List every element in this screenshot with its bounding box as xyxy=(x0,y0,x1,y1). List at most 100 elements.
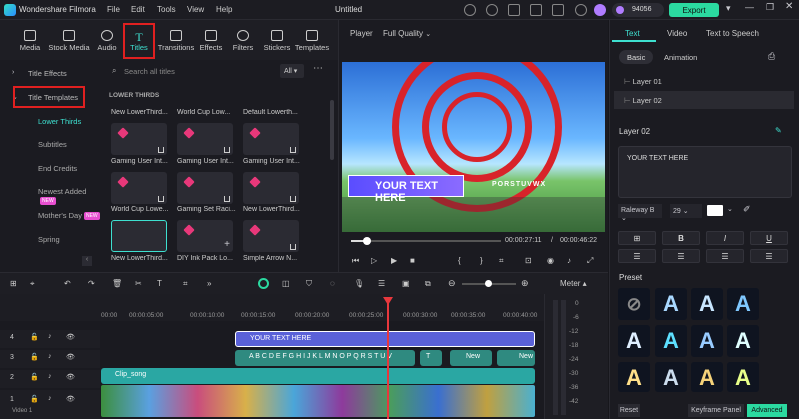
tab-media[interactable]: Media xyxy=(10,20,50,60)
split-icon[interactable]: ✂ xyxy=(135,279,142,288)
save-preset-icon[interactable]: ⎙ xyxy=(768,51,775,62)
close-icon[interactable]: ✕ xyxy=(785,1,793,12)
voiceover-list-icon[interactable]: ☰ xyxy=(378,279,385,288)
ai-edit-icon[interactable]: ✎ xyxy=(775,126,782,135)
preset-style[interactable]: A xyxy=(655,362,687,392)
text-style-button[interactable]: ⊞ xyxy=(618,231,656,245)
video-clip[interactable] xyxy=(101,385,535,417)
subtab-basic[interactable]: Basic xyxy=(619,50,654,64)
speaker-icon[interactable]: ♪ xyxy=(48,395,52,402)
volume-icon[interactable]: ♪ xyxy=(567,256,571,265)
preset-style[interactable]: A xyxy=(655,325,687,357)
lock-icon[interactable]: 🔓 xyxy=(30,395,39,403)
tab-filters[interactable]: Filters xyxy=(227,20,259,60)
delete-icon[interactable]: 🗑 xyxy=(112,279,122,288)
select-tool-icon[interactable]: ⌖ xyxy=(30,279,35,289)
more-options-icon[interactable]: ⋯ xyxy=(313,63,323,74)
italic-button[interactable]: I xyxy=(706,231,744,245)
menu-tools[interactable]: Tools xyxy=(157,5,176,14)
playhead[interactable] xyxy=(387,302,389,419)
layer-item-selected[interactable]: ⊢ Layer 02 xyxy=(624,96,662,105)
search-input[interactable]: ⌕ Search all titles xyxy=(108,64,274,78)
title-card[interactable] xyxy=(111,123,167,155)
render-icon[interactable]: ◫ xyxy=(282,279,290,288)
advanced-button[interactable]: Advanced xyxy=(747,404,787,417)
marker-icon[interactable]: ◌ xyxy=(330,279,335,288)
subtab-animation[interactable]: Animation xyxy=(656,50,705,64)
quality-select[interactable]: Full Quality ⌄ xyxy=(383,29,431,38)
preset-none[interactable]: ⊘ xyxy=(618,288,650,320)
mark-out-icon[interactable]: } xyxy=(480,256,483,265)
eye-icon[interactable]: 👁 xyxy=(66,373,75,381)
title-card[interactable] xyxy=(243,220,299,252)
menu-view[interactable]: View xyxy=(187,5,204,14)
shield-icon[interactable]: ⛉ xyxy=(306,279,312,289)
layout-icon[interactable]: ⊞ xyxy=(10,279,17,288)
crop-icon[interactable]: ⌗ xyxy=(183,279,188,289)
tab-text-to-speech[interactable]: Text to Speech xyxy=(706,29,759,38)
nav-newest-added[interactable]: Newest AddedNEW xyxy=(38,187,100,206)
title-card[interactable]: + xyxy=(177,220,233,252)
speaker-icon[interactable]: ♪ xyxy=(48,353,52,360)
maximize-icon[interactable]: ❐ xyxy=(766,2,774,13)
tab-titles[interactable]: T Titles xyxy=(123,23,155,59)
title-clip[interactable]: New xyxy=(450,350,492,366)
tab-stock-media[interactable]: Stock Media xyxy=(47,20,91,60)
align-right-button[interactable]: ☰ xyxy=(706,249,744,263)
tab-text[interactable]: Text xyxy=(625,29,640,38)
preset-style[interactable]: A xyxy=(691,325,723,357)
add-icon[interactable]: + xyxy=(224,239,230,250)
save-icon[interactable] xyxy=(530,4,542,16)
tab-stickers[interactable]: Stickers xyxy=(259,20,295,60)
avatar[interactable] xyxy=(594,4,606,16)
preset-style[interactable]: A xyxy=(727,325,759,357)
justify-button[interactable]: ☰ xyxy=(750,249,788,263)
menu-edit[interactable]: Edit xyxy=(131,5,145,14)
text-tool-icon[interactable]: T xyxy=(157,279,162,288)
playback-scrubber[interactable] xyxy=(351,240,501,242)
snapshot-icon[interactable]: ◉ xyxy=(547,256,554,265)
filter-select[interactable]: All ▾ xyxy=(280,64,304,78)
notifications-icon[interactable] xyxy=(575,4,587,16)
nav-subtitles[interactable]: Subtitles xyxy=(38,140,67,149)
nav-end-credits[interactable]: End Credits xyxy=(38,164,77,173)
zoom-icon[interactable]: ⌗ xyxy=(499,256,504,266)
speaker-icon[interactable]: ♪ xyxy=(48,333,52,340)
fullscreen-icon[interactable]: ⤢ xyxy=(587,256,593,266)
preset-style[interactable]: A xyxy=(618,325,650,357)
preset-style[interactable]: A xyxy=(691,288,723,320)
title-card[interactable] xyxy=(177,123,233,155)
lock-icon[interactable]: 🔓 xyxy=(30,333,39,341)
meter-label[interactable]: Meter ▴ xyxy=(560,279,587,288)
feedback-icon[interactable] xyxy=(464,4,476,16)
title-clip[interactable]: New xyxy=(497,350,535,366)
nav-mothers-day[interactable]: Mother's Day NEW xyxy=(38,211,100,221)
nav-lower-thirds[interactable]: Lower Thirds xyxy=(38,117,81,126)
reset-button[interactable]: Reset xyxy=(618,404,640,417)
eye-icon[interactable]: 👁 xyxy=(66,395,75,403)
lightbulb-icon[interactable] xyxy=(486,4,498,16)
ai-icon[interactable]: ⧉ xyxy=(425,279,431,289)
title-card[interactable] xyxy=(243,123,299,155)
snapshot-icon[interactable]: ▣ xyxy=(402,279,410,288)
font-size-select[interactable]: 29 ⌄ xyxy=(670,204,702,218)
zoom-in-icon[interactable]: ⊕ xyxy=(521,278,529,289)
undo-icon[interactable]: ↶ xyxy=(64,279,71,288)
credits-badge[interactable]: 94056 xyxy=(612,3,664,17)
zoom-out-icon[interactable]: ⊖ xyxy=(448,278,456,289)
keyframe-panel-button[interactable]: Keyframe Panel xyxy=(688,404,744,417)
scrollbar[interactable] xyxy=(330,100,334,160)
speaker-icon[interactable]: ♪ xyxy=(48,373,52,380)
mark-in-icon[interactable]: { xyxy=(458,256,461,265)
export-button[interactable]: Export xyxy=(669,3,719,17)
auto-ripple-icon[interactable] xyxy=(258,278,269,289)
previous-frame-icon[interactable]: ⏮ xyxy=(352,256,359,266)
more-tools-icon[interactable]: » xyxy=(207,279,211,288)
eyedropper-icon[interactable]: ✐ xyxy=(743,204,751,215)
tab-audio[interactable]: Audio xyxy=(90,20,124,60)
preset-style[interactable]: A xyxy=(727,362,759,392)
title-card[interactable] xyxy=(177,172,233,204)
lock-icon[interactable]: 🔓 xyxy=(30,373,39,381)
title-card[interactable] xyxy=(243,172,299,204)
menu-help[interactable]: Help xyxy=(216,5,232,14)
